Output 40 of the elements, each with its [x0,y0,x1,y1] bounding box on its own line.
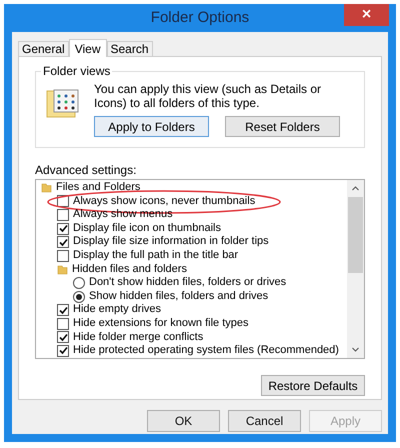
window-title: Folder Options [150,8,250,28]
dialog-button[interactable]: OK [147,410,220,432]
dialog-button[interactable]: Cancel [228,410,301,432]
setting-label: Don't show hidden files, folders or drives [89,276,286,290]
setting-label: Always show icons, never thumbnails [73,194,256,208]
setting-label: Files and Folders [56,181,140,195]
tab[interactable]: Search [106,41,153,56]
group-title: Folder views [41,64,112,78]
description-text: You can apply this view (such as Details or Icons) to all folders of this type. [94,82,322,110]
setting-label: Display the full path in the title bar [73,248,238,263]
setting-label: Show hidden files, folders and drives [89,290,268,304]
restore-defaults-button[interactable]: Restore Defaults [261,375,365,396]
checkbox[interactable] [57,222,69,235]
setting-label: Hide protected operating system files (Recommended) [73,344,339,358]
folder-icon [41,182,52,194]
close-button[interactable]: × [344,4,389,26]
radio-button[interactable] [73,290,85,303]
setting-label: Hide folder merge conflicts [73,330,204,344]
section-label: Advanced settings: [35,163,138,177]
scrollbar-thumb[interactable] [348,197,363,273]
checkbox[interactable] [57,250,69,262]
folder-view-icon [46,88,80,120]
setting-label: Display file icon on thumbnails [73,222,221,236]
setting-label: Hidden files and folders [72,262,187,276]
radio-button[interactable] [73,276,85,289]
tab[interactable]: General [18,41,69,56]
checkbox[interactable] [57,318,69,330]
checkbox[interactable] [57,344,69,357]
setting-label: Hide extensions for known file types [73,316,248,331]
checkbox[interactable] [57,304,69,316]
action-button[interactable]: Apply to Folders [94,116,209,137]
scrollbar[interactable] [347,180,364,358]
setting-label: Hide empty drives [73,303,162,317]
action-button[interactable]: Reset Folders [225,116,340,137]
checkbox[interactable] [57,208,69,221]
tab[interactable]: View [68,39,106,57]
setting-label: Display file size information in folder tips [73,235,269,249]
checkbox[interactable] [57,331,69,344]
folder-icon [57,264,68,275]
checkbox[interactable] [57,236,69,248]
